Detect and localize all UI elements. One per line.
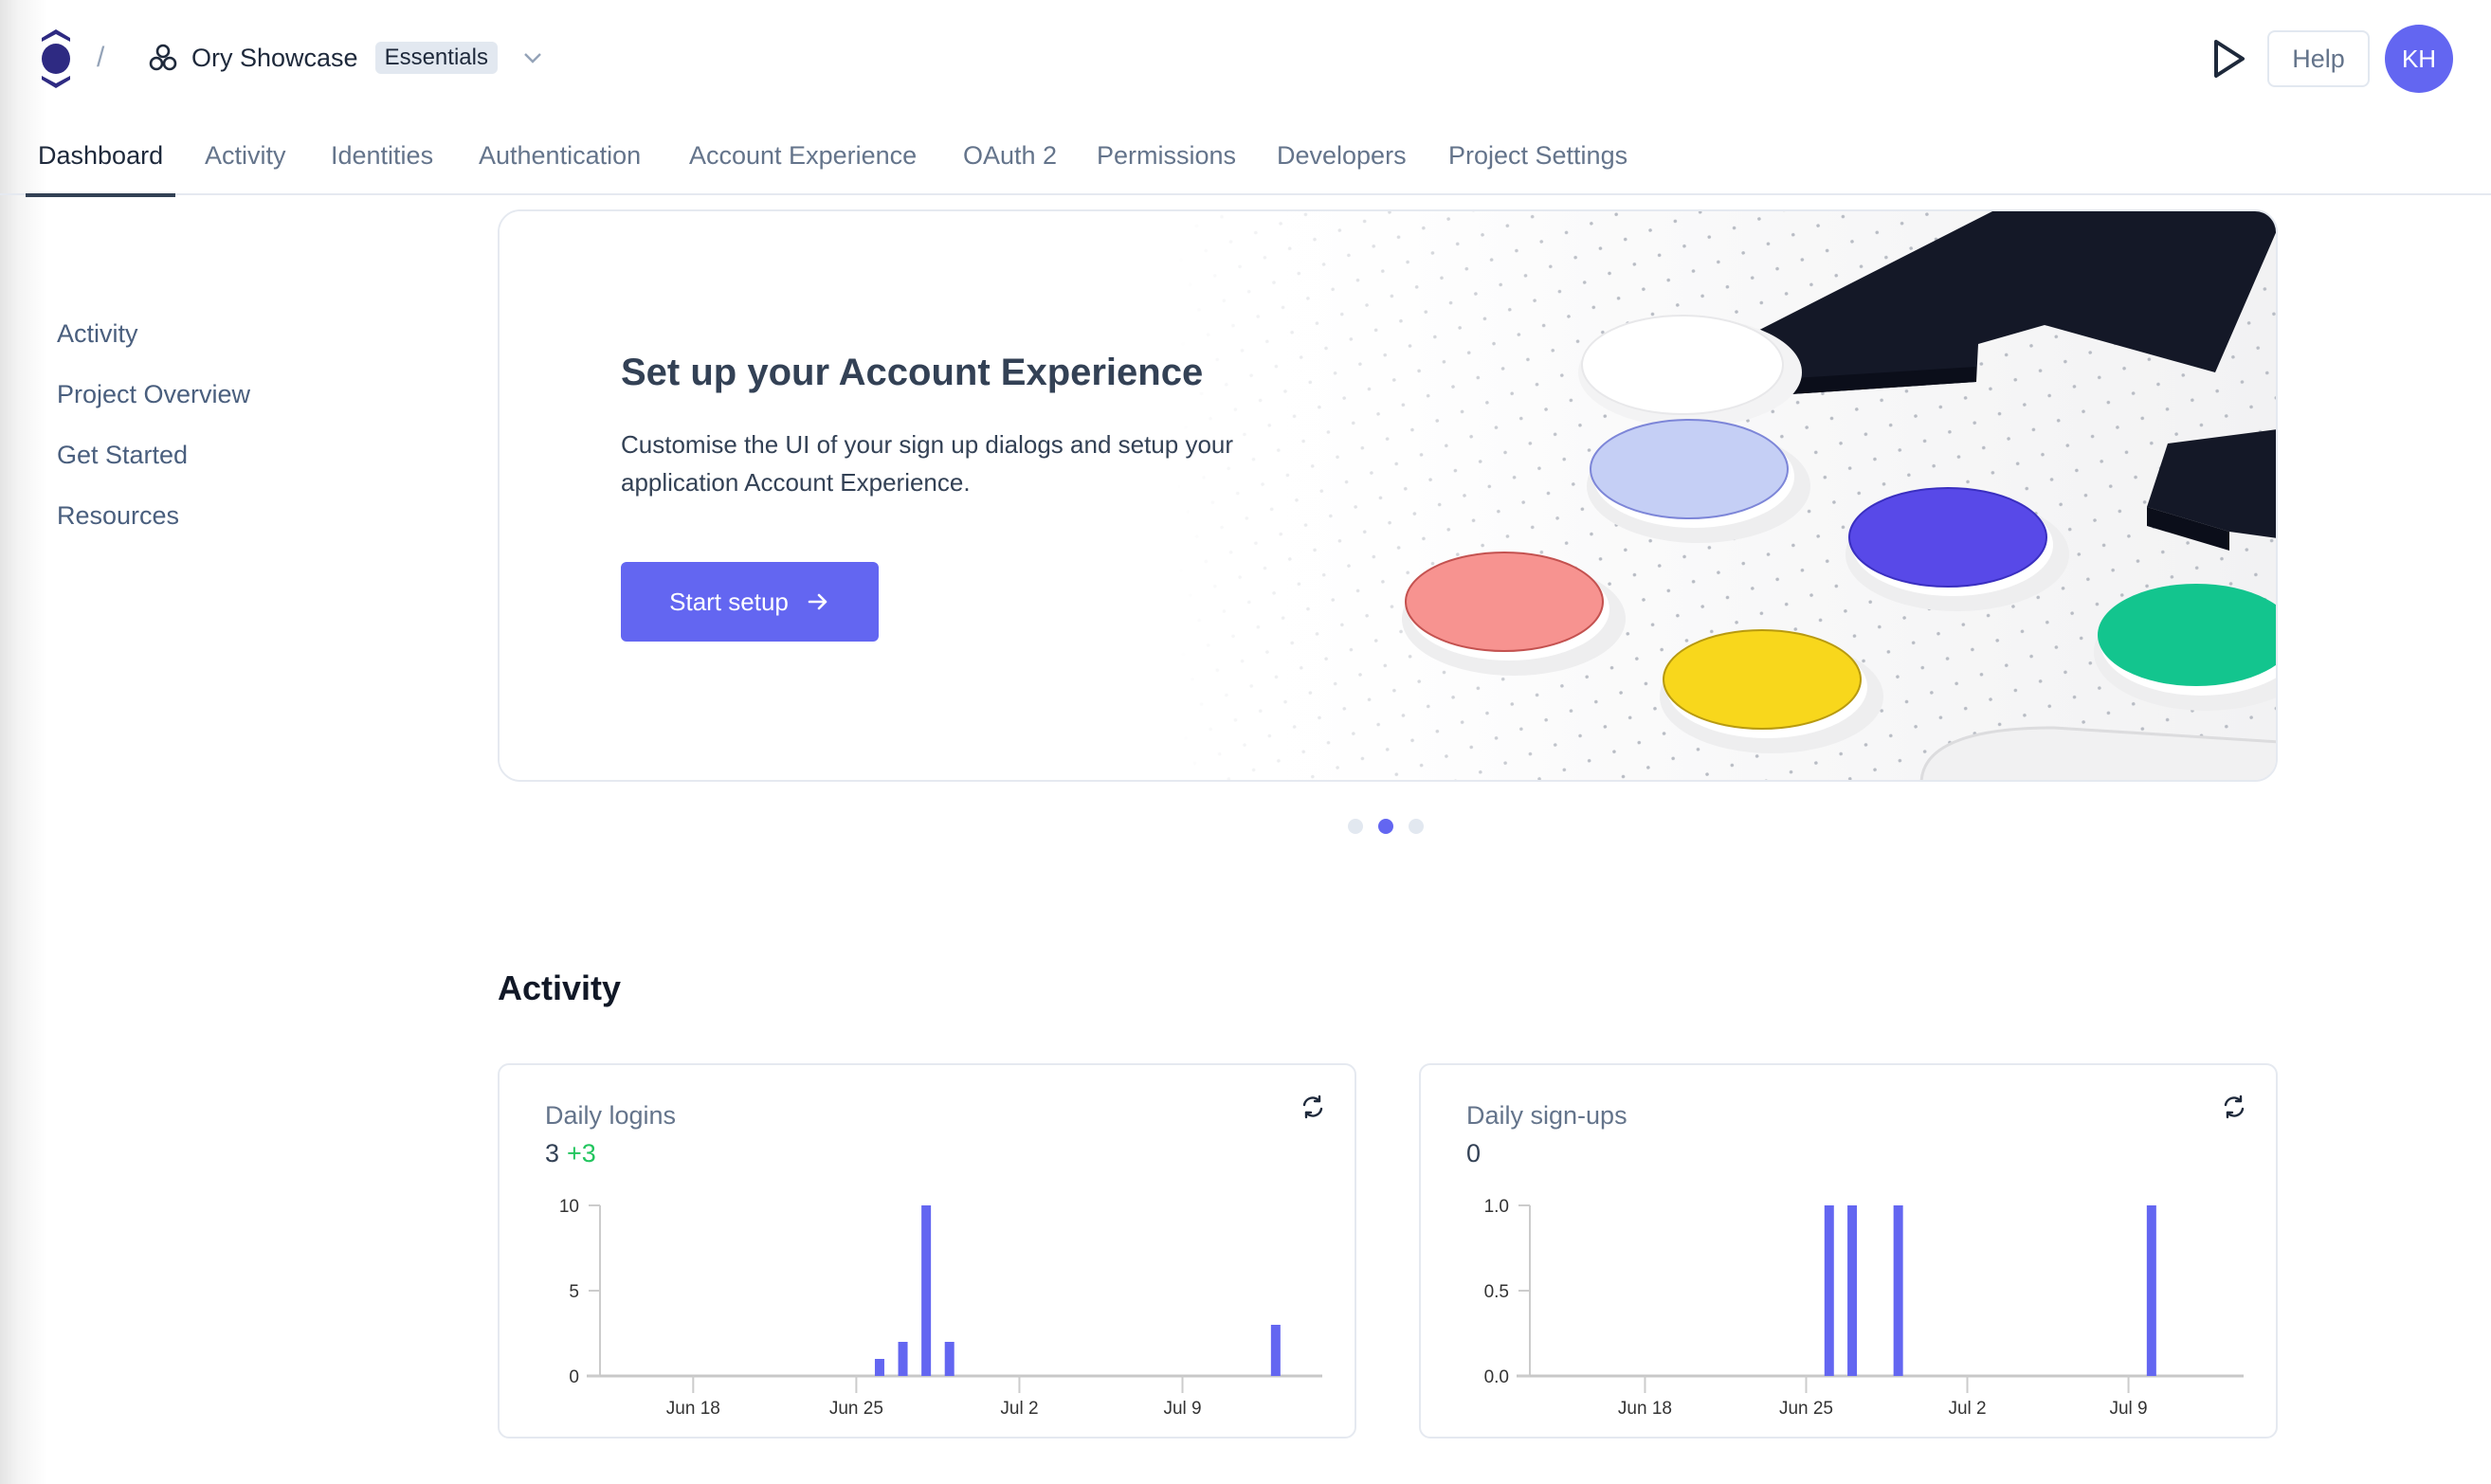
bar-jun-26[interactable] <box>1824 1205 1834 1376</box>
daily-signups-chart: 0.0 0.5 1.0 Jun 18 Jun 25 Jul 2 Jul 9 <box>1484 1197 2244 1419</box>
tab-developers[interactable]: Developers <box>1277 133 1407 195</box>
x-tick-label: Jun 18 <box>666 1399 720 1419</box>
x-tick-label: Jul 9 <box>2109 1399 2147 1419</box>
x-tick-label: Jul 9 <box>1163 1399 1201 1419</box>
y-tick-label: 0.0 <box>1484 1367 1509 1387</box>
tab-activity[interactable]: Activity <box>205 133 286 195</box>
bar-jun-29[interactable] <box>944 1342 955 1376</box>
bar-jul-10[interactable] <box>2146 1205 2156 1376</box>
carousel-dot[interactable] <box>1409 819 1424 834</box>
start-setup-button[interactable]: Start setup <box>621 562 879 642</box>
ory-logo-icon[interactable] <box>36 27 76 91</box>
stat-value: 0 <box>1466 1139 1482 1167</box>
hero-description: Customise the UI of your sign up dialogs… <box>621 430 1234 497</box>
stat-delta: +3 <box>567 1139 596 1167</box>
start-setup-label: Start setup <box>669 587 789 616</box>
help-button[interactable]: Help <box>2267 30 2370 87</box>
y-tick-label: 0.5 <box>1484 1282 1509 1302</box>
bar-jul-13[interactable] <box>1270 1325 1281 1376</box>
sidebar-item-get-started[interactable]: Get Started <box>57 434 250 495</box>
activity-section-title: Activity <box>498 968 622 1007</box>
bar-jun-27[interactable] <box>1847 1205 1858 1376</box>
x-tick-label: Jun 18 <box>1618 1399 1672 1419</box>
tab-dashboard[interactable]: Dashboard <box>25 133 176 197</box>
project-selector[interactable]: Ory Showcase Essentials <box>148 38 545 78</box>
hero-card: Set up your Account Experience Customise… <box>498 209 2278 782</box>
y-tick-label: 5 <box>569 1282 579 1302</box>
x-tick-label: Jun 25 <box>1779 1399 1833 1419</box>
x-tick-label: Jul 2 <box>1948 1399 1986 1419</box>
y-tick-label: 10 <box>559 1197 579 1217</box>
card-title: Daily sign-ups <box>1466 1101 1627 1130</box>
carousel-dots <box>1348 819 1424 834</box>
tab-permissions[interactable]: Permissions <box>1097 133 1236 195</box>
avatar[interactable]: KH <box>2385 25 2453 93</box>
daily-logins-card: Daily logins 3 +3 0 5 10 Jun 18 Jun 25 Jul 2 Ju… <box>498 1063 1356 1439</box>
card-value: 0 <box>1466 1139 1488 1168</box>
stat-value: 3 <box>545 1139 560 1167</box>
tab-authentication[interactable]: Authentication <box>479 133 641 195</box>
x-tick-label: Jul 2 <box>1000 1399 1038 1419</box>
y-tick-label: 1.0 <box>1484 1197 1509 1217</box>
refresh-icon[interactable] <box>1300 1094 1326 1120</box>
plan-badge: Essentials <box>374 42 498 74</box>
arrow-right-icon <box>808 593 827 610</box>
tab-oauth-2[interactable]: OAuth 2 <box>963 133 1057 195</box>
daily-signups-card: Daily sign-ups 0 0.0 0.5 1.0 Jun 18 Jun 25 Ju… <box>1419 1063 2278 1439</box>
card-value: 3 +3 <box>545 1139 596 1168</box>
sidebar-item-resources[interactable]: Resources <box>57 495 250 555</box>
sidebar: Activity Project Overview Get Started Re… <box>57 313 250 555</box>
window-edge-shadow <box>0 0 47 1484</box>
y-tick-label: 0 <box>569 1367 579 1387</box>
sidebar-item-project-overview[interactable]: Project Overview <box>57 373 250 434</box>
x-tick-label: Jun 25 <box>829 1399 883 1419</box>
refresh-icon[interactable] <box>2221 1094 2247 1120</box>
card-title: Daily logins <box>545 1101 677 1130</box>
bar-jun-28[interactable] <box>921 1205 932 1376</box>
tab-project-settings[interactable]: Project Settings <box>1448 133 1627 195</box>
daily-logins-chart: 0 5 10 Jun 18 Jun 25 Jul 2 Jul 9 <box>559 1197 1322 1419</box>
sidebar-item-activity[interactable]: Activity <box>57 313 250 373</box>
project-icon <box>149 44 177 71</box>
breadcrumb-separator: / <box>97 42 105 73</box>
carousel-dot[interactable] <box>1378 819 1393 834</box>
tab-account-experience[interactable]: Account Experience <box>689 133 917 195</box>
bar-jun-29[interactable] <box>1893 1205 1903 1376</box>
bar-jun-27[interactable] <box>898 1342 908 1376</box>
hero-title: Set up your Account Experience <box>621 352 1204 393</box>
play-icon[interactable] <box>2210 38 2248 80</box>
carousel-dot[interactable] <box>1348 819 1363 834</box>
tab-identities[interactable]: Identities <box>331 133 433 195</box>
top-header: / Ory Showcase Essentials Help KH Dashbo… <box>0 0 2491 197</box>
bar-jun-26[interactable] <box>874 1359 884 1376</box>
project-name: Ory Showcase <box>191 43 358 72</box>
chevron-down-icon[interactable] <box>520 45 545 70</box>
